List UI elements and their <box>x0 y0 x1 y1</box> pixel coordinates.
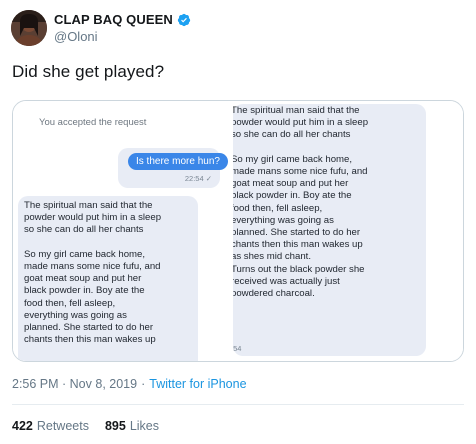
tweet: CLAP BAQ QUEEN @Oloni Did she get played… <box>0 0 476 444</box>
sent-message-bubble: Is there more hun? 22:54 ✓ <box>118 148 228 188</box>
retweets-label: Retweets <box>36 419 89 433</box>
tweet-text: Did she get played? <box>12 62 165 81</box>
tweet-media-image[interactable]: You accepted the request Is there more h… <box>12 100 464 362</box>
chat-screenshot-right: The spiritual man said that the powder w… <box>233 101 463 361</box>
tweet-source-link[interactable]: Twitter for iPhone <box>149 377 246 391</box>
retweets-stat[interactable]: 422 Retweets <box>12 419 89 433</box>
likes-stat[interactable]: 895 Likes <box>105 419 159 433</box>
verified-badge-icon <box>177 13 191 27</box>
avatar-image <box>11 10 47 46</box>
received-message-time: :54 <box>233 344 242 353</box>
received-message-bubble: The spiritual man said that the powder w… <box>18 196 198 361</box>
received-message-text: The spiritual man said that the powder w… <box>233 105 369 300</box>
author-display-name[interactable]: CLAP BAQ QUEEN <box>54 12 173 27</box>
tweet-meta: 2:56 PM · Nov 8, 2019 · Twitter for iPho… <box>12 377 247 391</box>
divider <box>12 404 464 405</box>
meta-separator: · <box>141 377 146 391</box>
received-message-bubble: The spiritual man said that the powder w… <box>233 104 426 356</box>
avatar[interactable] <box>11 10 47 46</box>
likes-label: Likes <box>129 419 160 433</box>
author-handle[interactable]: @Oloni <box>54 29 98 44</box>
likes-count: 895 <box>104 419 126 433</box>
retweets-count: 422 <box>12 419 33 433</box>
system-note: You accepted the request <box>39 117 147 128</box>
tweet-timestamp[interactable]: 2:56 PM · Nov 8, 2019 <box>12 377 137 391</box>
received-message-text: The spiritual man said that the powder w… <box>24 200 162 346</box>
tweet-stats: 422 Retweets 895 Likes <box>12 419 159 433</box>
author-name-row[interactable]: CLAP BAQ QUEEN <box>54 12 191 27</box>
sent-message-time: 22:54 ✓ <box>184 174 212 183</box>
chat-screenshot-left: You accepted the request Is there more h… <box>13 101 233 361</box>
sent-message-text: Is there more hun? <box>128 153 228 170</box>
